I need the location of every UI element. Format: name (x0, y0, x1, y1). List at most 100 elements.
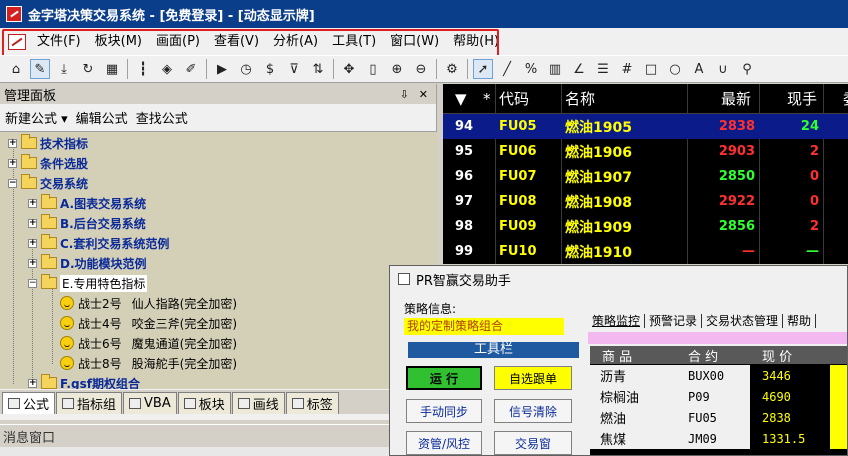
star-header[interactable]: * (483, 84, 491, 114)
tab-trade-status[interactable]: 交易状态管理 (702, 314, 784, 328)
pen-icon[interactable]: ✎ (30, 59, 50, 79)
expand-icon[interactable]: + (8, 158, 17, 168)
contract-code: FU09 (499, 219, 537, 234)
sort-header[interactable]: ▼ (455, 84, 467, 114)
monitor-row[interactable]: 燃油 FU05 2838 (590, 407, 847, 428)
collapse-icon[interactable]: − (8, 178, 17, 188)
quote-row[interactable]: 96 FU07 燃油1907 2850 0 (443, 164, 848, 189)
monitor-row[interactable]: 棕榈油 P09 4690 (590, 386, 847, 407)
percent-icon[interactable]: % (521, 59, 541, 79)
signal-cell (830, 386, 847, 407)
trade-window-button[interactable]: 交易窗 (494, 431, 572, 455)
expand-icon[interactable]: + (28, 378, 37, 388)
last-header[interactable]: 最新 (721, 84, 751, 114)
tab-vba[interactable]: VBA (123, 392, 177, 414)
tab-indicator-group[interactable]: 指标组 (56, 392, 123, 414)
tree-item-indicators[interactable]: + 技术指标 (8, 133, 88, 153)
follow-button[interactable]: 自选跟单 (494, 366, 572, 390)
candles-icon[interactable]: ┇ (133, 59, 153, 79)
quote-row[interactable]: 97 FU08 燃油1908 2922 0 (443, 189, 848, 214)
hash-icon[interactable]: # (617, 59, 637, 79)
tab-strategy-monitor[interactable]: 策略监控 (588, 314, 646, 328)
volume: 0 (809, 169, 819, 184)
tree-item-modules[interactable]: + D.功能模块范例 (28, 253, 147, 273)
play-icon[interactable]: ▶ (212, 59, 232, 79)
tab-help[interactable]: 帮助 (783, 314, 817, 328)
magnet-icon[interactable]: ∪ (713, 59, 733, 79)
tab-drawing[interactable]: 画线 (231, 392, 285, 414)
clear-signal-button[interactable]: 信号清除 (494, 399, 572, 423)
volume: 0 (809, 194, 819, 209)
rect-icon[interactable]: □ (641, 59, 661, 79)
quote-row[interactable]: 95 FU06 燃油1906 2903 2 (443, 139, 848, 164)
grid-icon[interactable]: ▦ (102, 59, 122, 79)
expand-icon[interactable]: + (28, 258, 37, 268)
sync-button[interactable]: 手动同步 (406, 399, 482, 423)
strategy-value[interactable]: 我的定制策略组合 (404, 318, 564, 335)
tree-item-warrior-6[interactable]: 战士6号 魔鬼通道(完全加密) (60, 333, 237, 353)
quote-row[interactable]: 99 FU10 燃油1910 — — (443, 239, 848, 264)
funds-risk-button[interactable]: 资管/风控 (406, 431, 482, 455)
toolbar-separator (127, 59, 128, 79)
pin-panel-icon[interactable]: ⇩ (400, 88, 409, 101)
tab-sector[interactable]: 板块 (177, 392, 231, 414)
bars-icon[interactable]: ▥ (545, 59, 565, 79)
clock-icon[interactable]: ◷ (236, 59, 256, 79)
line-icon[interactable]: ╱ (497, 59, 517, 79)
tree-item-special-indicators[interactable]: − E.专用特色指标 (28, 273, 148, 293)
close-panel-icon[interactable]: ✕ (419, 88, 428, 101)
new-formula-button[interactable]: 新建公式 ▾ (5, 108, 68, 127)
hlines-icon[interactable]: ☰ (593, 59, 613, 79)
angle-icon[interactable]: ∠ (569, 59, 589, 79)
download-icon[interactable]: ⤓ (54, 59, 74, 79)
refresh-icon[interactable]: ↻ (78, 59, 98, 79)
tree-item-warrior-8[interactable]: 战士8号 股海舵手(完全加密) (60, 353, 237, 373)
edit-formula-button[interactable]: 编辑公式 (76, 108, 128, 127)
monitor-row[interactable]: 沥青 BUX00 3446 (590, 365, 847, 386)
ruler-icon[interactable]: ▯ (363, 59, 383, 79)
cursor-icon[interactable]: ➚ (473, 59, 493, 79)
collapse-icon[interactable]: − (28, 278, 37, 288)
zoom-in-icon[interactable]: ⊕ (387, 59, 407, 79)
tree-item-screening[interactable]: + 条件选股 (8, 153, 88, 173)
expand-icon[interactable]: + (8, 138, 17, 148)
tree-item-backend-trading[interactable]: + B.后台交易系统 (28, 213, 146, 233)
tree-item-warrior-2[interactable]: 战士2号 仙人指路(完全加密) (60, 293, 237, 313)
toolbar-separator (467, 59, 468, 79)
alert-icon[interactable]: ◈ (157, 59, 177, 79)
text-icon[interactable]: A (689, 59, 709, 79)
tab-tags[interactable]: 标签 (285, 392, 339, 414)
dollar-icon[interactable]: $ (260, 59, 280, 79)
move-icon[interactable]: ✥ (339, 59, 359, 79)
expand-icon[interactable]: + (28, 218, 37, 228)
ellipse-icon[interactable]: ○ (665, 59, 685, 79)
expand-icon[interactable]: + (28, 198, 37, 208)
code-header[interactable]: 代码 (499, 84, 529, 114)
tab-alert-log[interactable]: 预警记录 (645, 314, 703, 328)
settings-icon[interactable]: ⚙ (442, 59, 462, 79)
run-button[interactable]: 运 行 (406, 366, 482, 390)
panel-commands: 新建公式 ▾ 编辑公式 查找公式 (0, 104, 436, 130)
contract-header: 合 约 (688, 349, 719, 365)
pin-icon[interactable]: ⚲ (737, 59, 757, 79)
tree-item-options[interactable]: + F.gsf期权组合 (28, 373, 140, 389)
tree-item-arbitrage[interactable]: + C.套利交易系统范例 (28, 233, 169, 253)
bid-header[interactable]: 委 (843, 84, 848, 114)
find-formula-button[interactable]: 查找公式 (136, 108, 188, 127)
sort-icon[interactable]: ⇅ (308, 59, 328, 79)
document-icon[interactable] (8, 33, 26, 50)
tree-item-trading-systems[interactable]: − 交易系统 (8, 173, 88, 193)
name-header[interactable]: 名称 (565, 84, 595, 114)
edit-icon[interactable]: ✐ (181, 59, 201, 79)
quote-row[interactable]: 98 FU09 燃油1909 2856 2 (443, 214, 848, 239)
zoom-out-icon[interactable]: ⊖ (411, 59, 431, 79)
volume-header[interactable]: 现手 (787, 84, 817, 114)
tab-formula[interactable]: 公式 (2, 392, 56, 414)
quote-row[interactable]: 94 FU05 燃油1905 2838 24 (443, 114, 848, 139)
expand-icon[interactable]: + (28, 238, 37, 248)
tree-item-chart-trading[interactable]: + A.图表交易系统 (28, 193, 146, 213)
monitor-row[interactable]: 焦煤 JM09 1331.5 (590, 428, 847, 449)
tree-item-warrior-4[interactable]: 战士4号 咬金三斧(完全加密) (60, 313, 237, 333)
home-icon[interactable]: ⌂ (6, 59, 26, 79)
filter-icon[interactable]: ⊽ (284, 59, 304, 79)
